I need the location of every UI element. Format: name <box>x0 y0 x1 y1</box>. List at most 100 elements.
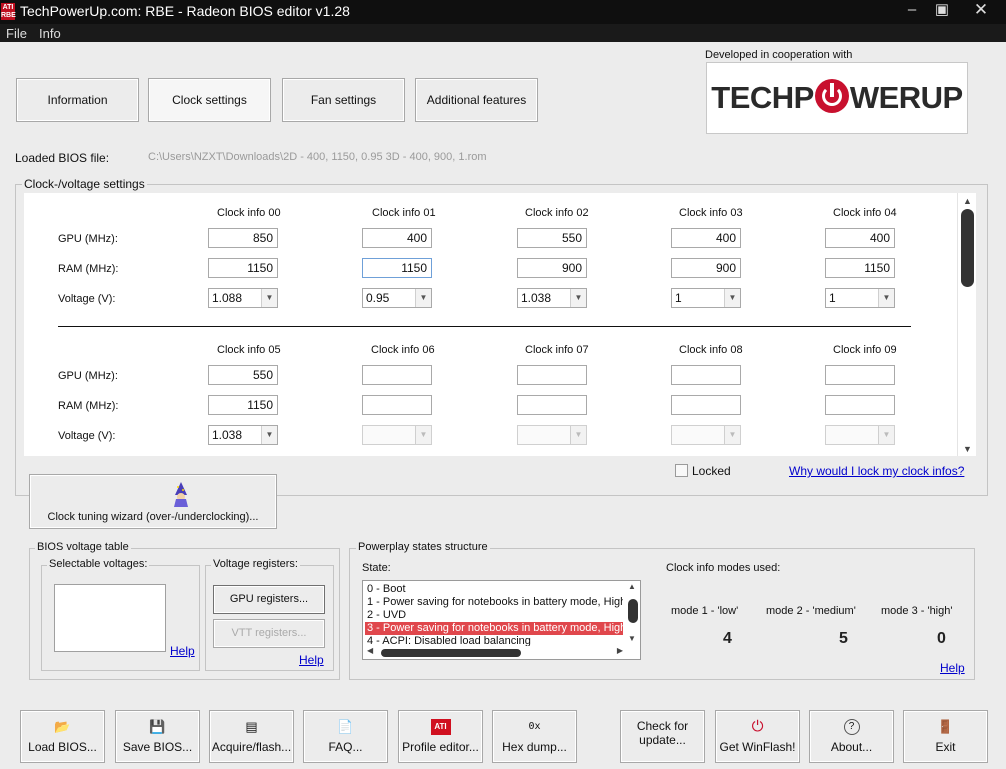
ram-clock-input[interactable]: 1150 <box>208 258 278 278</box>
chevron-down-icon[interactable]: ▼ <box>415 289 431 307</box>
gpu-clock-input[interactable]: 550 <box>208 365 278 385</box>
maximize-icon[interactable]: ▣ <box>927 0 957 24</box>
gpu-clock-input[interactable]: 550 <box>517 228 587 248</box>
clock-info-header: Clock info 05 <box>217 344 281 356</box>
lock-info-link[interactable]: Why would I lock my clock infos? <box>789 464 964 478</box>
menu-file[interactable]: File <box>6 26 27 41</box>
clock-info-header: Clock info 00 <box>217 207 281 219</box>
minimize-icon[interactable]: – <box>897 0 927 24</box>
voltage-select[interactable]: 1 ▼ <box>671 288 741 308</box>
voltage-select: ▼ <box>825 425 895 445</box>
techpowerup-logo[interactable]: TECHP WERUP <box>706 62 968 134</box>
list-item[interactable]: 0 - Boot <box>365 583 623 596</box>
get-winflash-label: Get WinFlash! <box>719 740 796 754</box>
ram-clock-input[interactable] <box>825 395 895 415</box>
gpu-clock-input[interactable] <box>517 365 587 385</box>
scrollbar-thumb[interactable] <box>381 649 521 657</box>
clock-voltage-group-title: Clock-/voltage settings <box>22 177 147 191</box>
locked-checkbox[interactable] <box>675 464 688 477</box>
get-winflash-button[interactable]: ⏻ Get WinFlash! <box>715 710 800 763</box>
ram-clock-input[interactable] <box>671 395 741 415</box>
mode-low-label: mode 1 - 'low' <box>671 605 739 617</box>
scroll-left-icon[interactable]: ◀ <box>367 646 373 655</box>
voltage-select[interactable]: 0.95 ▼ <box>362 288 432 308</box>
gpu-clock-input[interactable] <box>825 365 895 385</box>
save-bios-button[interactable]: 💾 Save BIOS... <box>115 710 200 763</box>
scroll-up-icon[interactable]: ▲ <box>958 196 977 206</box>
state-list-hscroll[interactable]: ◀ ▶ <box>363 646 627 659</box>
gpu-label: GPU (MHz): <box>58 233 118 245</box>
hex-dump-button[interactable]: 0x Hex dump... <box>492 710 577 763</box>
scrollbar-thumb[interactable] <box>961 209 974 287</box>
clock-tuning-wizard-button[interactable]: Clock tuning wizard (over-/underclocking… <box>29 474 277 529</box>
check-update-button[interactable]: Check for update... <box>620 710 705 763</box>
voltage-select[interactable]: 1 ▼ <box>825 288 895 308</box>
profile-editor-button[interactable]: ATI Profile editor... <box>398 710 483 763</box>
voltage-select[interactable]: 1.038 ▼ <box>208 425 278 445</box>
tab-additional-features[interactable]: Additional features <box>415 78 538 122</box>
scroll-down-icon[interactable]: ▼ <box>628 634 636 643</box>
gpu-registers-button[interactable]: GPU registers... <box>213 585 325 614</box>
chevron-down-icon[interactable]: ▼ <box>878 289 894 307</box>
chevron-down-icon[interactable]: ▼ <box>261 289 277 307</box>
tab-clock-settings[interactable]: Clock settings <box>148 78 271 122</box>
profile-editor-label: Profile editor... <box>402 740 479 754</box>
wizard-icon <box>169 481 193 507</box>
save-bios-label: Save BIOS... <box>122 740 193 754</box>
list-item[interactable]: 1 - Power saving for notebooks in batter… <box>365 596 623 609</box>
about-button[interactable]: ? About... <box>809 710 894 763</box>
modes-title: Clock info modes used: <box>666 562 781 574</box>
ram-clock-input[interactable] <box>362 395 432 415</box>
list-item[interactable]: 2 - UVD <box>365 609 623 622</box>
chevron-down-icon[interactable]: ▼ <box>724 289 740 307</box>
menu-bar: File Info <box>0 24 1006 42</box>
gpu-clock-input[interactable] <box>671 365 741 385</box>
list-item-selected[interactable]: 3 - Power saving for notebooks in batter… <box>365 622 623 635</box>
ram-clock-input[interactable]: 1150 <box>825 258 895 278</box>
gpu-clock-input[interactable]: 400 <box>671 228 741 248</box>
ram-clock-input[interactable]: 1150 <box>362 258 432 278</box>
powerplay-state-list[interactable]: 0 - Boot 1 - Power saving for notebooks … <box>362 580 641 660</box>
registers-help-link[interactable]: Help <box>299 653 324 667</box>
voltage-help-link[interactable]: Help <box>170 644 195 658</box>
scroll-up-icon[interactable]: ▲ <box>628 582 636 591</box>
check-update-label: Check for update... <box>636 719 689 747</box>
load-bios-button[interactable]: 📂 Load BIOS... <box>20 710 105 763</box>
ram-clock-input[interactable]: 900 <box>671 258 741 278</box>
scroll-right-icon[interactable]: ▶ <box>617 646 623 655</box>
scroll-down-icon[interactable]: ▼ <box>958 444 977 454</box>
selectable-voltages-list[interactable] <box>54 584 166 652</box>
power-logo-icon <box>814 79 849 113</box>
close-icon[interactable]: ✕ <box>966 0 996 24</box>
vtt-registers-button: VTT registers... <box>213 619 325 648</box>
voltage-select[interactable]: 1.038 ▼ <box>517 288 587 308</box>
info-icon: ? <box>843 719 860 735</box>
exit-button[interactable]: 🚪 Exit <box>903 710 988 763</box>
acquire-flash-button[interactable]: ▤ Acquire/flash... <box>209 710 294 763</box>
tab-information[interactable]: Information <box>16 78 139 122</box>
mode-low-count: 4 <box>723 630 732 647</box>
clock-info-scrollbar[interactable]: ▲ ▼ <box>957 193 976 456</box>
clock-info-header: Clock info 03 <box>679 207 743 219</box>
state-label: State: <box>362 562 391 574</box>
faq-button[interactable]: 📄 FAQ... <box>303 710 388 763</box>
state-list-vscroll[interactable]: ▲ ▼ <box>625 581 640 647</box>
ram-clock-input[interactable]: 1150 <box>208 395 278 415</box>
ram-clock-input[interactable] <box>517 395 587 415</box>
voltage-value: 1 <box>675 291 682 305</box>
powerplay-help-link[interactable]: Help <box>940 661 965 675</box>
tab-fan-settings[interactable]: Fan settings <box>282 78 405 122</box>
chevron-down-icon[interactable]: ▼ <box>261 426 277 444</box>
chevron-down-icon[interactable]: ▼ <box>570 289 586 307</box>
clock-info-header: Clock info 02 <box>525 207 589 219</box>
wizard-label: Clock tuning wizard (over-/underclocking… <box>47 511 259 523</box>
voltage-select[interactable]: 1.088 ▼ <box>208 288 278 308</box>
gpu-clock-input[interactable]: 850 <box>208 228 278 248</box>
ram-clock-input[interactable]: 900 <box>517 258 587 278</box>
scrollbar-thumb[interactable] <box>628 599 638 623</box>
gpu-clock-input[interactable]: 400 <box>362 228 432 248</box>
voltage-value: 1.038 <box>521 291 552 305</box>
gpu-clock-input[interactable]: 400 <box>825 228 895 248</box>
menu-info[interactable]: Info <box>39 26 61 41</box>
gpu-clock-input[interactable] <box>362 365 432 385</box>
